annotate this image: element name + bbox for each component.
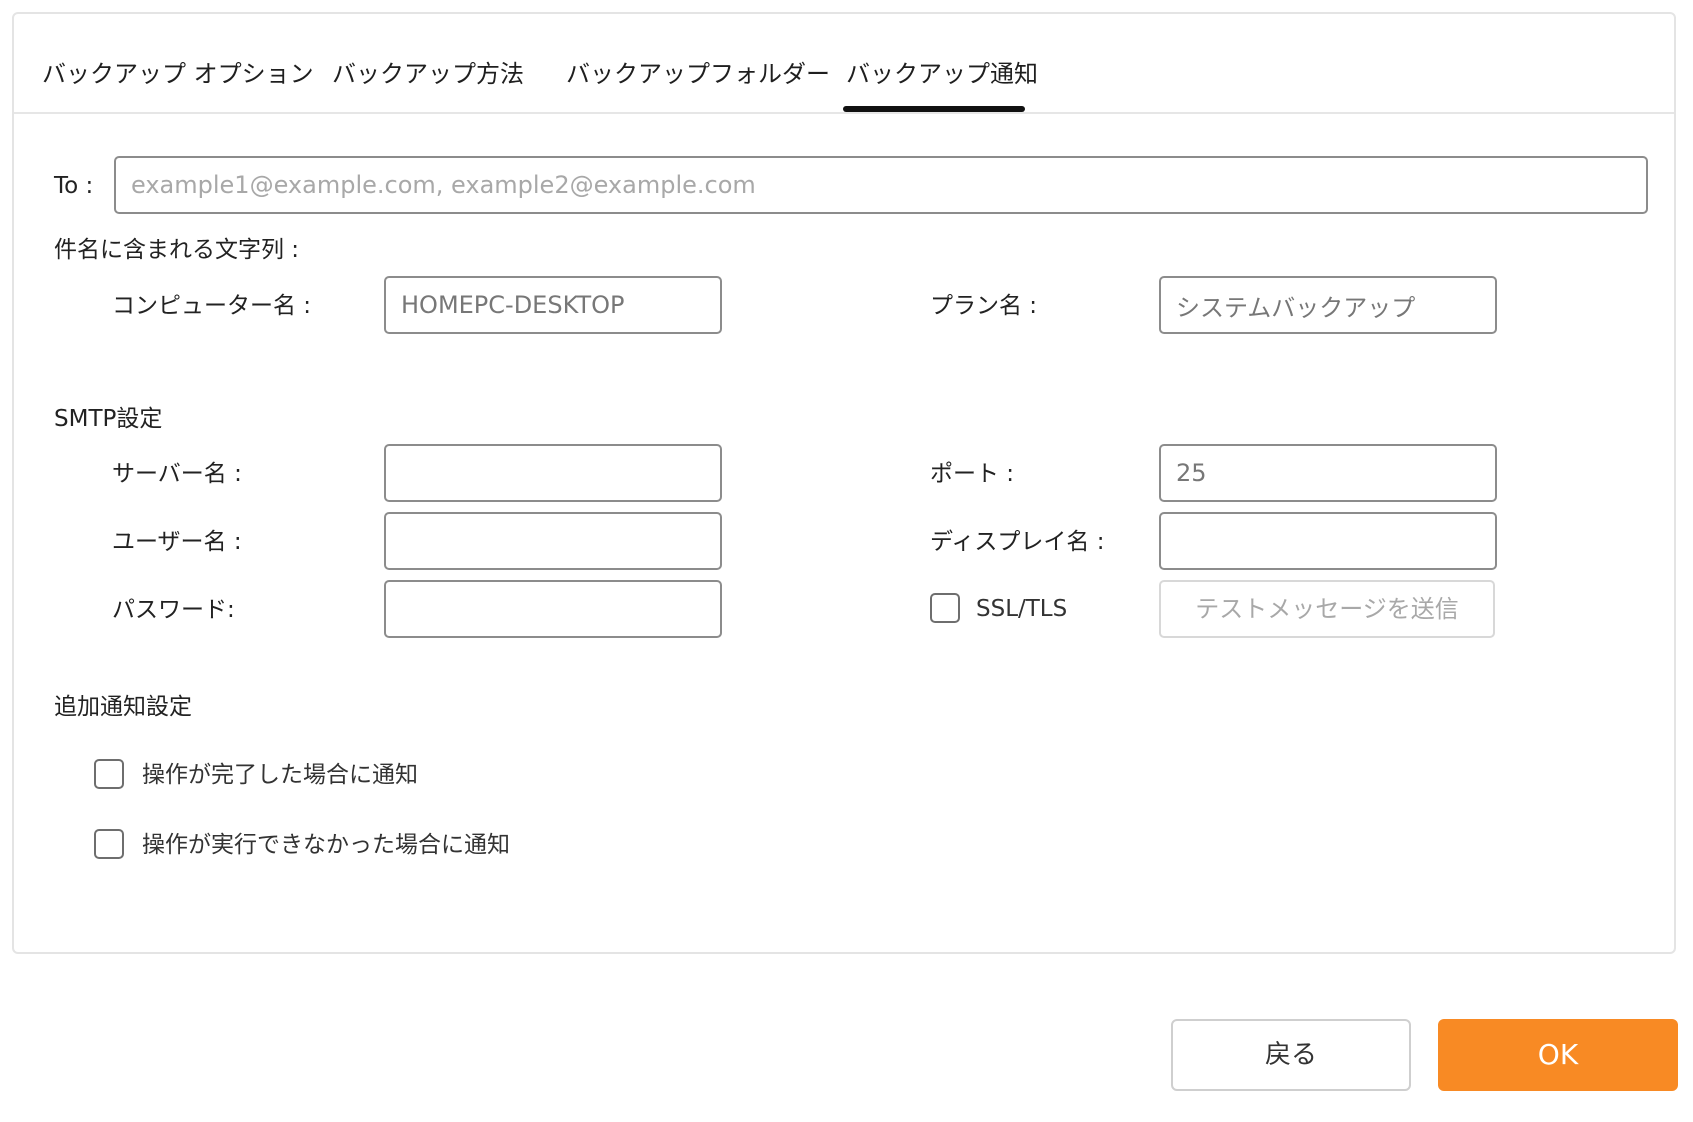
ssl-tls-label: SSL/TLS xyxy=(976,596,1068,622)
computer-name-input[interactable] xyxy=(384,276,722,334)
to-input[interactable] xyxy=(114,156,1648,214)
notify-complete-checkbox[interactable] xyxy=(94,759,124,789)
to-label: To : xyxy=(54,173,94,199)
notify-fail-label: 操作が実行できなかった場合に通知 xyxy=(142,832,510,858)
user-name-label: ユーザー名 : xyxy=(112,529,242,555)
ok-button[interactable]: OK xyxy=(1438,1019,1678,1091)
ssl-tls-checkbox[interactable] xyxy=(930,593,960,623)
notification-settings-panel: バックアップ オプション バックアップ方法 バックアップフォルダー バックアップ… xyxy=(12,12,1676,954)
active-tab-indicator xyxy=(843,106,1025,112)
back-button[interactable]: 戻る xyxy=(1171,1019,1411,1091)
subject-section-title: 件名に含まれる文字列 : xyxy=(54,237,300,263)
port-input[interactable] xyxy=(1159,444,1497,502)
plan-name-input[interactable] xyxy=(1159,276,1497,334)
display-name-label: ディスプレイ名 : xyxy=(930,529,1105,555)
server-name-input[interactable] xyxy=(384,444,722,502)
password-input[interactable] xyxy=(384,580,722,638)
computer-name-label: コンピューター名 : xyxy=(112,293,312,319)
tab-bar: バックアップ オプション バックアップ方法 バックアップフォルダー バックアップ… xyxy=(14,14,1674,114)
send-test-message-button[interactable]: テストメッセージを送信 xyxy=(1159,580,1495,638)
additional-notification-title: 追加通知設定 xyxy=(54,694,192,720)
port-label: ポート : xyxy=(930,461,1015,487)
tab-backup-folder[interactable]: バックアップフォルダー xyxy=(566,58,830,90)
display-name-input[interactable] xyxy=(1159,512,1497,570)
tab-backup-method[interactable]: バックアップ方法 xyxy=(332,58,524,90)
notify-fail-checkbox[interactable] xyxy=(94,829,124,859)
user-name-input[interactable] xyxy=(384,512,722,570)
notify-complete-label: 操作が完了した場合に通知 xyxy=(142,762,418,788)
tab-backup-notification[interactable]: バックアップ通知 xyxy=(846,58,1038,90)
tab-backup-options[interactable]: バックアップ オプション xyxy=(42,58,314,90)
server-name-label: サーバー名 : xyxy=(112,461,242,487)
password-label: パスワード: xyxy=(112,597,235,623)
plan-name-label: プラン名 : xyxy=(930,293,1038,319)
smtp-section-title: SMTP設定 xyxy=(54,406,163,432)
